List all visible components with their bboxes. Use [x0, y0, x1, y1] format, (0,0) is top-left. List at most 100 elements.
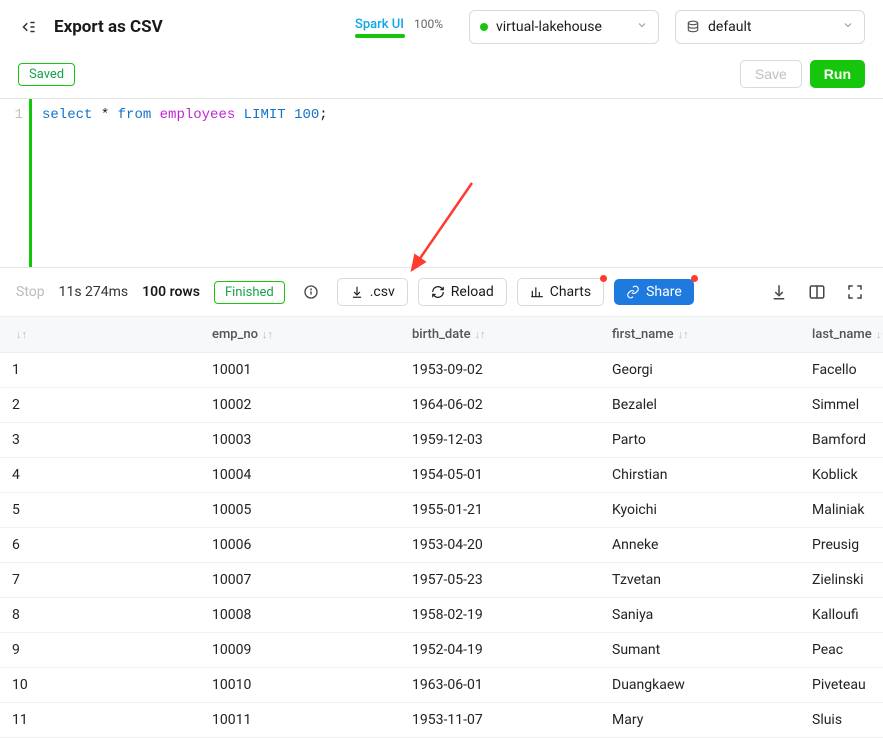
col-emp_no[interactable]: emp_no↓↑ [200, 317, 400, 353]
chevron-down-icon [842, 19, 854, 35]
cell-n: 7 [0, 563, 200, 598]
saved-badge: Saved [18, 63, 75, 86]
table-row[interactable]: 1100011953-09-02GeorgiFacello [0, 353, 883, 388]
cell-first_name: Bezalel [600, 388, 800, 423]
table-row[interactable]: 2100021964-06-02BezalelSimmel [0, 388, 883, 423]
cell-n: 8 [0, 598, 200, 633]
cell-last_name: Preusig [800, 528, 883, 563]
cell-emp_no: 10004 [200, 458, 400, 493]
col-first_name[interactable]: first_name↓↑ [600, 317, 800, 353]
cell-last_name: Simmel [800, 388, 883, 423]
charts-label: Charts [550, 284, 591, 300]
download-all-icon[interactable] [767, 280, 791, 304]
cell-first_name: Duangkaew [600, 668, 800, 703]
cell-last_name: Facello [800, 353, 883, 388]
fullscreen-icon[interactable] [843, 280, 867, 304]
info-icon[interactable] [299, 280, 323, 304]
sort-icon[interactable]: ↓↑ [262, 328, 273, 341]
download-csv-button[interactable]: .csv [337, 278, 408, 306]
line-number: 1 [15, 107, 23, 123]
cell-first_name: Anneke [600, 528, 800, 563]
cell-birth_date: 1954-05-01 [400, 458, 600, 493]
sort-icon[interactable]: ↓↑ [678, 328, 689, 341]
cell-birth_date: 1953-09-02 [400, 353, 600, 388]
share-button[interactable]: Share [614, 279, 694, 305]
connection-name: virtual-lakehouse [496, 19, 602, 35]
sql-editor[interactable]: 1 select * from employees LIMIT 100; [0, 98, 883, 268]
cell-first_name: Chirstian [600, 458, 800, 493]
cell-last_name: Koblick [800, 458, 883, 493]
cell-first_name: Sumant [600, 633, 800, 668]
spark-status[interactable]: Spark UI 100% [355, 17, 443, 38]
share-label: Share [646, 284, 682, 300]
token-ident: employees [151, 107, 243, 123]
cell-emp_no: 10007 [200, 563, 400, 598]
table-row[interactable]: 6100061953-04-20AnnekePreusig [0, 528, 883, 563]
status-dot-icon [480, 23, 488, 31]
sort-icon[interactable]: ↓↑ [16, 328, 27, 341]
cell-emp_no: 10005 [200, 493, 400, 528]
table-row[interactable]: 9100091952-04-19SumantPeac [0, 633, 883, 668]
panel-layout-icon[interactable] [805, 280, 829, 304]
status-finished-badge: Finished [214, 281, 285, 304]
cell-first_name: Tzvetan [600, 563, 800, 598]
cell-emp_no: 10011 [200, 703, 400, 738]
cell-n: 6 [0, 528, 200, 563]
database-select[interactable]: default [675, 10, 865, 44]
cell-first_name: Kyoichi [600, 493, 800, 528]
sort-icon[interactable]: ↓↑ [876, 328, 883, 341]
reload-button[interactable]: Reload [418, 278, 507, 306]
database-name: default [708, 19, 752, 35]
cell-n: 2 [0, 388, 200, 423]
cell-last_name: Peac [800, 633, 883, 668]
spark-ui-link[interactable]: Spark UI [355, 17, 404, 32]
spark-percent: 100% [414, 17, 443, 31]
results-toolbar: Stop 11s 274ms 100 rows Finished .csv Re… [0, 268, 883, 317]
cell-birth_date: 1955-01-21 [400, 493, 600, 528]
cell-last_name: Maliniak [800, 493, 883, 528]
cell-n: 3 [0, 423, 200, 458]
charts-button[interactable]: Charts [517, 278, 604, 306]
token-keyword: select [42, 107, 92, 123]
cell-birth_date: 1964-06-02 [400, 388, 600, 423]
cell-emp_no: 10001 [200, 353, 400, 388]
token-keyword: from [118, 107, 152, 123]
col-last_name[interactable]: last_name↓↑ [800, 317, 883, 353]
editor-code[interactable]: select * from employees LIMIT 100; [32, 99, 338, 267]
table-header: ↓↑ emp_no↓↑ birth_date↓↑ first_name↓↑ la… [0, 317, 883, 353]
csv-label: .csv [370, 284, 395, 300]
cell-emp_no: 10010 [200, 668, 400, 703]
table-row[interactable]: 7100071957-05-23TzvetanZielinski [0, 563, 883, 598]
table-row[interactable]: 4100041954-05-01ChirstianKoblick [0, 458, 883, 493]
cell-first_name: Mary [600, 703, 800, 738]
cell-n: 1 [0, 353, 200, 388]
cell-birth_date: 1963-06-01 [400, 668, 600, 703]
token-keyword: LIMIT [244, 107, 286, 123]
table-row[interactable]: 5100051955-01-21KyoichiMaliniak [0, 493, 883, 528]
action-bar: Saved Save Run [0, 54, 883, 98]
sort-icon[interactable]: ↓↑ [475, 328, 486, 341]
table-row[interactable]: 3100031959-12-03PartoBamford [0, 423, 883, 458]
table-row[interactable]: 10100101963-06-01DuangkaewPiveteau [0, 668, 883, 703]
collapse-panel-icon[interactable] [18, 17, 38, 37]
cell-last_name: Zielinski [800, 563, 883, 598]
col-birth_date[interactable]: birth_date↓↑ [400, 317, 600, 353]
connection-select[interactable]: virtual-lakehouse [469, 10, 659, 44]
table-body: 1100011953-09-02GeorgiFacello2100021964-… [0, 353, 883, 738]
chevron-down-icon [636, 19, 648, 35]
col-index[interactable]: ↓↑ [0, 317, 200, 353]
cell-birth_date: 1952-04-19 [400, 633, 600, 668]
table-row[interactable]: 11100111953-11-07MarySluis [0, 703, 883, 738]
run-button[interactable]: Run [810, 60, 865, 88]
stop-button[interactable]: Stop [16, 284, 45, 300]
table-row[interactable]: 8100081958-02-19SaniyaKalloufi [0, 598, 883, 633]
cell-first_name: Georgi [600, 353, 800, 388]
cell-last_name: Kalloufi [800, 598, 883, 633]
cell-n: 9 [0, 633, 200, 668]
cell-birth_date: 1953-04-20 [400, 528, 600, 563]
cell-birth_date: 1958-02-19 [400, 598, 600, 633]
save-button[interactable]: Save [740, 60, 802, 88]
row-count: 100 rows [142, 284, 200, 300]
chart-icon [530, 285, 544, 299]
link-icon [626, 285, 640, 299]
